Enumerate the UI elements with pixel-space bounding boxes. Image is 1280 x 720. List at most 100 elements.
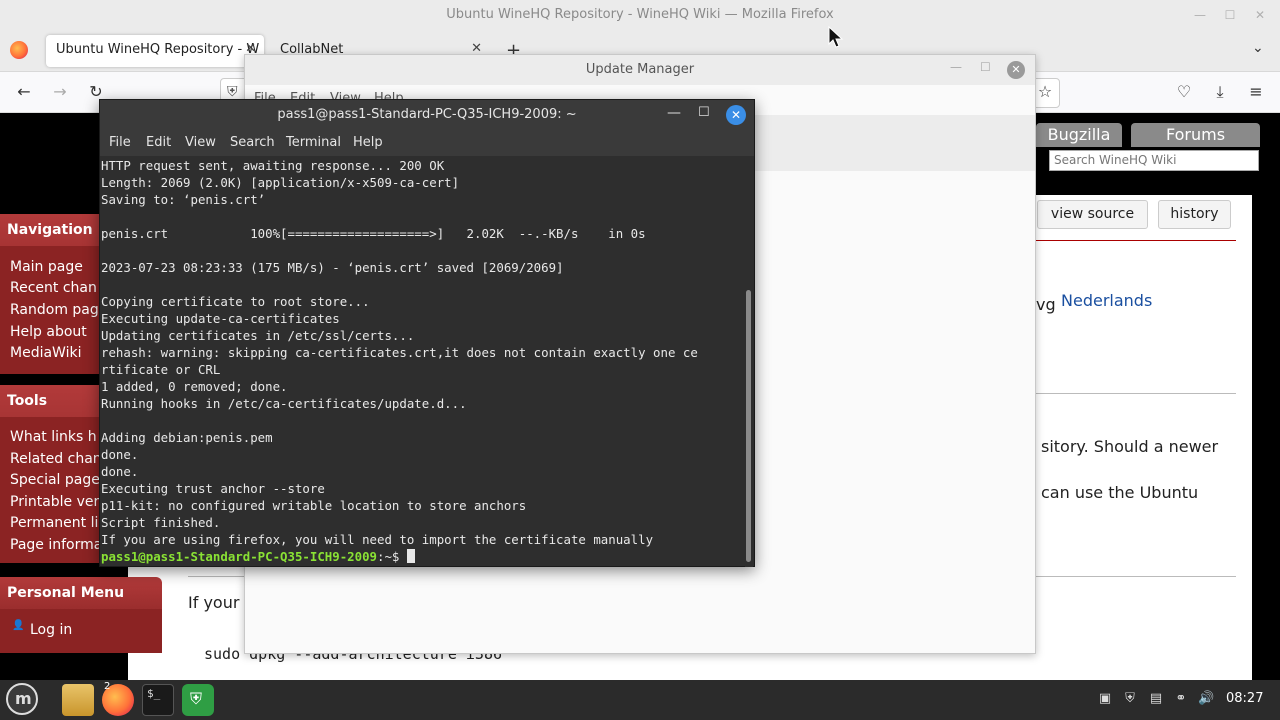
tab-bugzilla[interactable]: Bugzilla	[1036, 123, 1122, 147]
tool-related-changes[interactable]: Related chan	[10, 451, 102, 467]
tool-special-pages[interactable]: Special page	[10, 472, 100, 488]
nav-mediawiki[interactable]: MediaWiki	[10, 345, 81, 361]
close-icon[interactable]: ✕	[726, 105, 746, 125]
content-text: If your	[188, 593, 240, 612]
terminal-line: Executing update-ca-certificates	[101, 311, 340, 326]
view-source-button[interactable]: view source	[1037, 200, 1148, 229]
minimize-icon[interactable]: —	[667, 105, 681, 121]
terminal-line: rtificate or CRL	[101, 362, 221, 377]
login-link[interactable]: Log in	[30, 622, 72, 638]
nav-main-page[interactable]: Main page	[10, 259, 83, 275]
forward-icon[interactable]: →	[50, 82, 70, 102]
content-text: can use the Ubuntu	[1041, 483, 1199, 502]
menu-help[interactable]: Help	[353, 135, 383, 150]
window-title: Update Manager	[585, 62, 695, 77]
terminal-line: 1 added, 0 removed; done.	[101, 379, 288, 394]
menu-icon[interactable]: ≡	[1246, 82, 1266, 102]
nav-recent-changes[interactable]: Recent chan	[10, 280, 97, 296]
firefox-logo-icon	[10, 41, 28, 59]
menu-terminal[interactable]: Terminal	[286, 135, 341, 150]
bookmark-star-icon[interactable]: ☆	[1035, 82, 1055, 102]
menu-file[interactable]: File	[109, 135, 131, 150]
wiki-search-input[interactable]: Search WineHQ Wiki	[1049, 150, 1259, 171]
shield-icon[interactable]: ⛨	[227, 84, 238, 100]
maximize-icon[interactable]: ☐	[1221, 6, 1239, 24]
pocket-icon[interactable]: ♡	[1174, 82, 1194, 102]
terminal-taskbar-icon[interactable]: $_	[142, 684, 174, 716]
terminal-line: Copying certificate to root store...	[101, 294, 370, 309]
divider	[1036, 240, 1236, 241]
update-manager-shield-icon[interactable]: ⛨	[182, 684, 214, 716]
tool-page-information[interactable]: Page informa	[10, 537, 102, 553]
terminal-output[interactable]: HTTP request sent, awaiting response... …	[101, 157, 745, 567]
nav-random-page[interactable]: Random page	[10, 302, 107, 318]
history-button[interactable]: history	[1158, 200, 1231, 229]
maximize-icon[interactable]: ☐	[980, 60, 991, 74]
link-nederlands[interactable]: Nederlands	[1061, 291, 1152, 310]
menu-edit[interactable]: Edit	[146, 135, 171, 150]
navigation-title: Navigation	[7, 222, 93, 238]
terminal-line: Length: 2069 (2.0K) [application/x-x509-…	[101, 175, 460, 190]
minimize-icon[interactable]: —	[1191, 6, 1209, 24]
terminal-line: If you are using firefox, you will need …	[101, 532, 654, 547]
list-all-tabs-icon[interactable]: ⌄	[1252, 40, 1264, 56]
maximize-icon[interactable]: ☐	[698, 105, 710, 120]
window-title: pass1@pass1-Standard-PC-Q35-ICH9-2009: ~	[277, 107, 577, 122]
file-manager-icon[interactable]	[62, 684, 94, 716]
personal-menu-panel: Personal Menu 👤 Log in	[0, 577, 162, 653]
menu-search[interactable]: Search	[230, 135, 275, 150]
close-icon[interactable]: ✕	[1007, 61, 1025, 79]
minimize-icon[interactable]: —	[950, 60, 962, 74]
firefox-titlebar: Ubuntu WineHQ Repository - WineHQ Wiki —…	[0, 0, 1280, 30]
clipboard-icon[interactable]: ▣	[1097, 690, 1113, 708]
content-text: vg	[1036, 295, 1056, 314]
terminal-line: Updating certificates in /etc/ssl/certs.…	[101, 328, 415, 343]
tool-printable-version[interactable]: Printable ver	[10, 494, 99, 510]
volume-icon[interactable]: 🔊	[1198, 690, 1214, 708]
terminal-line: Script finished.	[101, 515, 221, 530]
terminal-prompt-icon: $_	[147, 687, 161, 700]
update-manager-titlebar: Update Manager — ☐ ✕	[245, 55, 1035, 85]
terminal-line: rehash: warning: skipping ca-certificate…	[101, 345, 698, 360]
mint-menu-icon[interactable]: m	[6, 683, 38, 715]
network-icon[interactable]: ⚭	[1173, 690, 1189, 708]
mouse-pointer-icon	[828, 26, 844, 48]
content-text: sitory. Should a newer	[1041, 437, 1219, 456]
scrollbar-thumb[interactable]	[746, 290, 751, 562]
downloads-icon[interactable]: ⤓	[1210, 82, 1230, 102]
close-icon[interactable]: ✕	[1251, 6, 1269, 24]
tools-title: Tools	[7, 393, 48, 409]
terminal-line: done.	[101, 447, 139, 462]
menu-view[interactable]: View	[185, 135, 216, 150]
notes-icon[interactable]: ▤	[1148, 690, 1164, 708]
user-icon: 👤	[12, 620, 25, 631]
prompt-user: pass1@pass1-Standard-PC-Q35-ICH9-2009	[101, 549, 378, 564]
shield-icon: ⛨	[190, 689, 203, 708]
personal-menu-title: Personal Menu	[7, 585, 125, 601]
prompt-suffix: :~$	[377, 549, 407, 564]
terminal-prompt[interactable]: pass1@pass1-Standard-PC-Q35-ICH9-2009:~$	[101, 548, 745, 565]
tab-ubuntu-winehq[interactable]: Ubuntu WineHQ Repository - W ✕	[46, 35, 264, 67]
divider	[1036, 393, 1236, 394]
mint-logo-icon: m	[15, 689, 32, 708]
tool-what-links-here[interactable]: What links h	[10, 429, 97, 445]
update-shield-tray-icon[interactable]: ⛨	[1122, 690, 1138, 708]
tab-forums[interactable]: Forums	[1131, 123, 1260, 147]
back-icon[interactable]: ←	[14, 82, 34, 102]
terminal-line: Running hooks in /etc/ca-certificates/up…	[101, 396, 467, 411]
personal-menu-body	[0, 609, 162, 653]
terminal-titlebar: pass1@pass1-Standard-PC-Q35-ICH9-2009: ~…	[100, 100, 754, 130]
terminal-line: Adding debian:penis.pem	[101, 430, 273, 445]
nav-help-about[interactable]: Help about	[10, 324, 87, 340]
terminal-window: pass1@pass1-Standard-PC-Q35-ICH9-2009: ~…	[99, 99, 755, 567]
clock[interactable]: 08:27	[1226, 691, 1263, 706]
terminal-line: done.	[101, 464, 139, 479]
terminal-line: 2023-07-23 08:23:33 (175 MB/s) - ‘penis.…	[101, 260, 564, 275]
tool-permanent-link[interactable]: Permanent li	[10, 515, 98, 531]
window-title: Ubuntu WineHQ Repository - WineHQ Wiki —…	[446, 7, 834, 22]
terminal-line: Saving to: ‘penis.crt’	[101, 192, 266, 207]
